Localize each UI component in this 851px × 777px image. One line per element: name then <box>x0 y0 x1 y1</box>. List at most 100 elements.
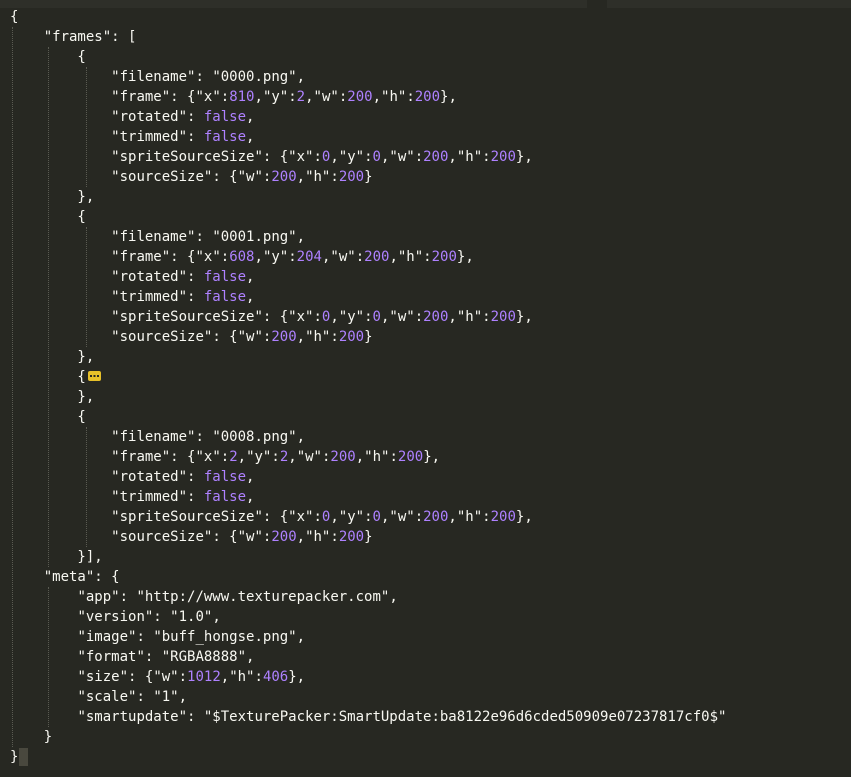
punctuation: }, <box>515 509 533 525</box>
code-line[interactable]: "sourceSize": {"w":200,"h":200} <box>10 527 372 547</box>
json-key: "x" <box>288 509 314 525</box>
punctuation: : { <box>128 669 154 685</box>
punctuation <box>10 329 111 345</box>
code-line[interactable]: "spriteSourceSize": {"x":0,"y":0,"w":200… <box>10 147 533 167</box>
code-line[interactable]: "spriteSourceSize": {"x":0,"y":0,"w":200… <box>10 507 533 527</box>
tab-strip-right <box>607 0 851 8</box>
code-line[interactable]: "image": "buff_hongse.png", <box>10 627 305 647</box>
code-editor[interactable]: { "frames": [ { "filename": "0000.png", … <box>0 0 851 777</box>
punctuation: : <box>187 129 204 145</box>
punctuation <box>10 429 111 445</box>
code-line[interactable]: }, <box>10 387 94 407</box>
code-line[interactable]: { <box>10 47 86 67</box>
punctuation: } <box>364 169 373 185</box>
punctuation: : <box>364 509 373 525</box>
json-key: "h" <box>456 509 483 525</box>
punctuation: : <box>482 309 491 325</box>
code-line[interactable]: "frames": [ <box>10 27 137 47</box>
code-line[interactable]: { <box>10 207 85 227</box>
punctuation: , <box>296 429 306 445</box>
punctuation: : <box>313 309 322 325</box>
punctuation: : { <box>170 249 196 265</box>
punctuation: : <box>254 669 263 685</box>
json-key: "w" <box>330 249 356 265</box>
code-line[interactable]: { <box>10 367 101 387</box>
json-string: "0008.png" <box>212 429 297 445</box>
punctuation: , <box>296 329 306 345</box>
punctuation: }, <box>10 349 95 365</box>
code-line[interactable]: "filename": "0001.png", <box>10 227 305 247</box>
code-line[interactable]: "frame": {"x":2,"y":2,"w":200,"h":200}, <box>10 447 440 467</box>
punctuation: : <box>330 169 339 185</box>
code-line[interactable]: "filename": "0008.png", <box>10 427 305 447</box>
punctuation: : <box>187 269 204 285</box>
code-line[interactable]: }, <box>10 187 94 207</box>
code-line[interactable]: "sourceSize": {"w":200,"h":200} <box>10 167 373 187</box>
json-key: "app" <box>77 589 120 605</box>
punctuation: { <box>10 49 86 65</box>
code-line[interactable]: "scale": "1", <box>10 687 187 707</box>
punctuation: , <box>246 649 255 665</box>
json-number: 200 <box>364 249 390 265</box>
code-line[interactable]: "trimmed": false, <box>10 287 254 307</box>
json-number: 810 <box>229 89 255 105</box>
code-line[interactable]: "spriteSourceSize": {"x":0,"y":0,"w":200… <box>10 307 533 327</box>
punctuation: : <box>423 249 432 265</box>
punctuation <box>10 89 111 105</box>
code-line[interactable]: "meta": { <box>10 567 120 587</box>
code-line[interactable]: "smartupdate": "$TexturePacker:SmartUpda… <box>10 707 726 727</box>
punctuation <box>10 489 111 505</box>
punctuation: : <box>414 309 424 325</box>
code-line[interactable]: "sourceSize": {"w":200,"h":200} <box>10 327 372 347</box>
json-key: "w" <box>237 329 263 345</box>
json-key: "w" <box>389 309 415 325</box>
json-key: "sourceSize" <box>111 169 213 185</box>
json-string: "0001.png" <box>212 229 297 245</box>
code-line[interactable]: "rotated": false, <box>10 467 254 487</box>
json-boolean: false <box>203 289 247 305</box>
code-line[interactable]: "trimmed": false, <box>10 127 254 147</box>
code-line[interactable]: "filename": "0000.png", <box>10 67 305 87</box>
code-line[interactable]: "frame": {"x":608,"y":204,"w":200,"h":20… <box>10 247 474 267</box>
json-key: "x" <box>195 89 221 105</box>
code-line[interactable]: "rotated": false, <box>10 107 254 127</box>
code-line[interactable]: } <box>10 727 52 747</box>
json-key: "h" <box>305 329 331 345</box>
code-line[interactable]: "format": "RGBA8888", <box>10 647 254 667</box>
json-key: "spriteSourceSize" <box>111 309 263 325</box>
code-line[interactable]: "version": "1.0", <box>10 607 220 627</box>
json-key: "h" <box>305 529 331 545</box>
json-key: "rotated" <box>111 109 188 125</box>
punctuation: : <box>187 109 204 125</box>
code-line[interactable]: "rotated": false, <box>10 267 254 287</box>
punctuation: , <box>305 89 314 105</box>
json-key: "frame" <box>111 449 171 465</box>
json-key: "filename" <box>111 69 196 85</box>
punctuation <box>10 129 111 145</box>
code-line[interactable]: } <box>10 747 29 767</box>
punctuation <box>10 149 111 165</box>
code-line[interactable]: { <box>10 407 85 427</box>
json-string: "1" <box>153 689 179 705</box>
json-number: 406 <box>262 669 289 685</box>
punctuation: : { <box>212 329 238 345</box>
punctuation: , <box>254 89 263 105</box>
punctuation: { <box>10 369 86 385</box>
code-line[interactable]: }, <box>10 347 94 367</box>
punctuation <box>10 269 111 285</box>
code-line[interactable]: "app": "http://www.texturepacker.com", <box>10 587 397 607</box>
json-number: 2 <box>279 449 289 465</box>
fold-ellipsis-icon[interactable] <box>87 371 101 381</box>
punctuation: , <box>296 69 306 85</box>
json-key: "spriteSourceSize" <box>111 509 263 525</box>
punctuation: , <box>296 229 306 245</box>
json-key: "filename" <box>111 429 196 445</box>
punctuation: : <box>136 629 154 645</box>
code-line[interactable]: "frame": {"x":810,"y":2,"w":200,"h":200}… <box>10 87 457 107</box>
code-line[interactable]: }], <box>10 547 102 567</box>
json-key: "w" <box>237 169 263 185</box>
code-line[interactable]: { <box>10 7 18 27</box>
code-line[interactable]: "trimmed": false, <box>10 487 254 507</box>
json-key: "h" <box>229 669 255 685</box>
code-line[interactable]: "size": {"w":1012,"h":406}, <box>10 667 305 687</box>
